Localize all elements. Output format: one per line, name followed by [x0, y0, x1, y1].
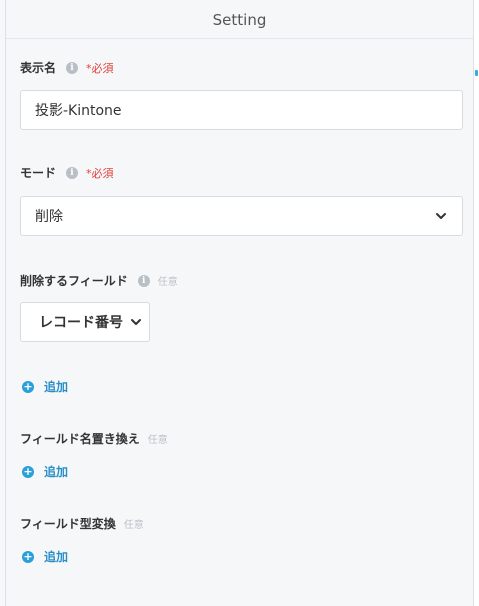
display-name-value: 投影-Kintone — [35, 103, 122, 119]
type-convert-label-row: フィールド型変換 任意 — [20, 515, 144, 532]
type-convert-label: フィールド型変換 — [20, 517, 116, 531]
display-name-label: 表示名 — [20, 61, 57, 75]
plus-circle-icon: + — [22, 379, 34, 393]
background-strip — [474, 0, 479, 606]
optional-mark: 任意 — [123, 520, 144, 531]
delete-fields-label: 削除するフィールド — [20, 274, 128, 288]
delete-fields-label-row: 削除するフィールド i 任意 — [20, 272, 178, 289]
info-icon[interactable]: i — [66, 166, 79, 179]
add-rename-field-button[interactable]: + 追加 — [22, 463, 68, 480]
add-type-convert-button[interactable]: + 追加 — [22, 548, 68, 565]
delete-field-select-value: レコード番号 — [39, 315, 123, 331]
rename-fields-label: フィールド名置き換え — [20, 432, 140, 446]
required-mark: *必須 — [86, 61, 114, 75]
mode-label: モード — [20, 166, 57, 180]
delete-field-select[interactable]: レコード番号 — [20, 302, 150, 342]
display-name-label-row: 表示名 i *必須 — [20, 59, 114, 76]
required-mark: *必須 — [86, 166, 114, 180]
info-icon[interactable]: i — [66, 61, 79, 74]
settings-panel: Setting 表示名 i *必須 投影-Kintone モード i *必須 削… — [5, 0, 474, 606]
info-icon[interactable]: i — [137, 274, 150, 287]
edge-indicator — [475, 70, 478, 76]
add-delete-field-button[interactable]: + 追加 — [22, 378, 68, 395]
mode-label-row: モード i *必須 — [20, 164, 114, 181]
add-label: 追加 — [44, 465, 69, 479]
chevron-down-icon — [436, 213, 446, 219]
mode-select[interactable]: 削除 — [20, 196, 463, 236]
chevron-down-icon — [131, 319, 141, 325]
optional-mark: 任意 — [147, 435, 168, 446]
plus-circle-icon: + — [22, 464, 34, 478]
display-name-input[interactable]: 投影-Kintone — [20, 90, 463, 130]
panel-title: Setting — [6, 0, 473, 39]
mode-select-value: 削除 — [35, 209, 63, 225]
rename-fields-label-row: フィールド名置き換え 任意 — [20, 430, 168, 447]
add-label: 追加 — [44, 550, 69, 564]
optional-mark: 任意 — [157, 277, 178, 288]
plus-circle-icon: + — [22, 549, 34, 563]
add-label: 追加 — [44, 380, 69, 394]
